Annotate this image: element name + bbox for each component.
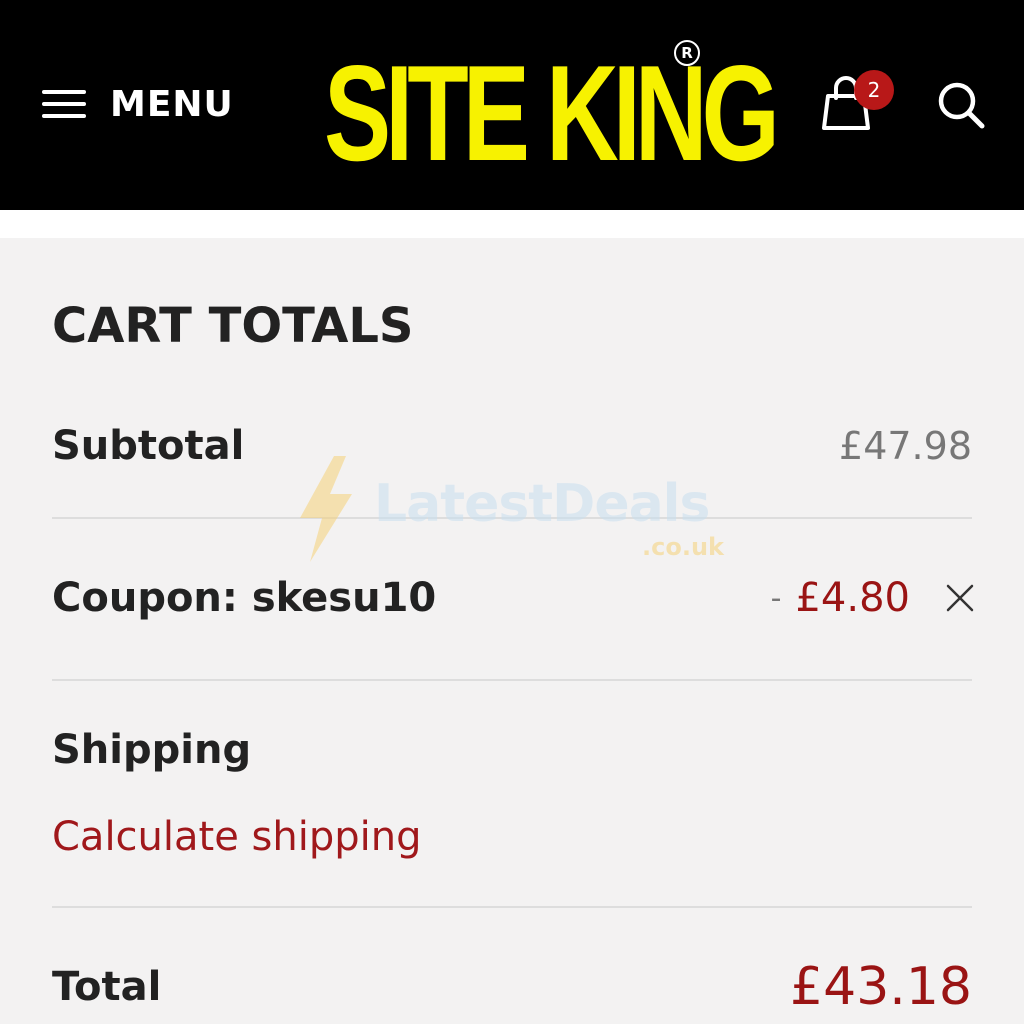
cart-totals-title: CART TOTALS <box>52 296 414 356</box>
subtotal-label: Subtotal <box>52 421 244 471</box>
menu-button[interactable]: MENU <box>42 82 234 126</box>
divider <box>52 517 972 519</box>
menu-label: MENU <box>110 84 234 125</box>
header-spacer <box>0 210 1024 238</box>
site-header: MENU SITE KING R 2 <box>0 0 1024 210</box>
subtotal-value: £47.98 <box>839 421 972 471</box>
divider <box>52 906 972 908</box>
remove-coupon-icon[interactable] <box>944 582 976 614</box>
cart-count-badge[interactable]: 2 <box>854 70 894 110</box>
hamburger-icon <box>42 87 86 121</box>
calculate-shipping-link[interactable]: Calculate shipping <box>52 810 421 864</box>
coupon-dash: - <box>771 581 782 616</box>
divider <box>52 679 972 681</box>
total-value: £43.18 <box>790 956 972 1018</box>
coupon-label: Coupon: skesu10 <box>52 573 436 623</box>
registered-mark: R <box>674 40 700 66</box>
site-logo[interactable]: SITE KING R <box>324 48 704 178</box>
search-icon[interactable] <box>936 80 986 130</box>
coupon-discount: - £4.80 <box>771 573 976 623</box>
logo-text: SITE KING <box>324 48 774 178</box>
coupon-value: £4.80 <box>795 575 910 621</box>
shipping-label: Shipping <box>52 725 251 775</box>
total-label: Total <box>52 962 161 1012</box>
